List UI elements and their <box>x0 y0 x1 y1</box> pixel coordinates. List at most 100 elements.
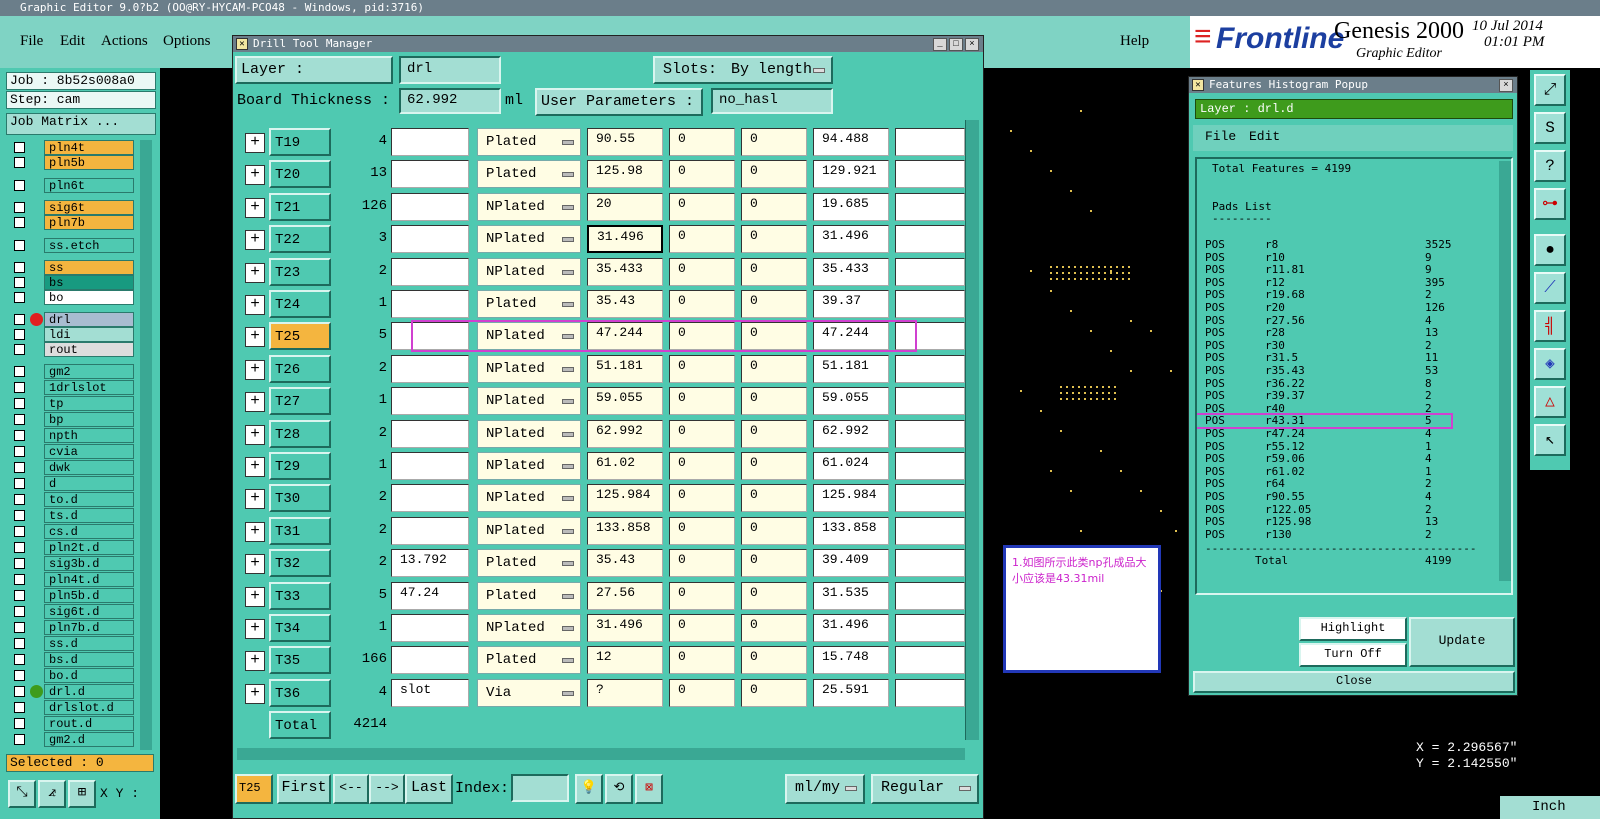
layer-name[interactable]: gm2 <box>44 364 134 379</box>
s-shape-icon[interactable]: S <box>1534 112 1566 144</box>
drill-diameter-field[interactable]: 133.858 <box>813 516 889 545</box>
layer-name[interactable]: sig6t <box>44 200 134 215</box>
layer-row[interactable]: to.d <box>8 492 134 507</box>
layer-row[interactable]: ldi <box>8 327 134 342</box>
finish-size-field[interactable]: 47.244 <box>587 322 663 351</box>
minus-tol-field[interactable]: 0 <box>741 257 807 286</box>
plus-tol-field[interactable]: 0 <box>669 160 735 189</box>
drill-diameter-field[interactable]: 61.024 <box>813 452 889 480</box>
layer-checkbox[interactable] <box>14 462 25 473</box>
layer-row[interactable]: cvia <box>8 444 134 459</box>
extra-field[interactable] <box>895 257 965 286</box>
layer-row[interactable]: sig6t <box>8 200 134 215</box>
layer-checkbox[interactable] <box>14 430 25 441</box>
table-hscrollbar[interactable] <box>237 748 965 760</box>
menu-options[interactable]: Options <box>163 33 211 50</box>
minus-tol-field[interactable]: 0 <box>741 484 807 513</box>
layer-checkbox[interactable] <box>14 718 25 729</box>
tool-name[interactable]: T24 <box>269 290 331 318</box>
expand-icon[interactable]: + <box>245 489 265 510</box>
pointer-icon[interactable]: ↖ <box>1534 424 1566 456</box>
tool-name[interactable]: T30 <box>269 484 331 513</box>
extra-field[interactable] <box>895 484 965 513</box>
close-button[interactable]: × <box>965 38 979 51</box>
layer-name[interactable]: gm2.d <box>44 732 134 747</box>
drill-size-field[interactable] <box>391 160 469 189</box>
plus-tol-field[interactable]: 0 <box>669 192 735 221</box>
layer-row[interactable]: gm2.d <box>8 732 134 747</box>
drill-size-field[interactable] <box>391 128 469 156</box>
type-select[interactable]: Plated <box>477 290 581 318</box>
layer-name[interactable]: bs.d <box>44 652 134 667</box>
layer-name[interactable]: cvia <box>44 444 134 459</box>
drill-size-field[interactable] <box>391 257 469 286</box>
job-matrix-button[interactable]: Job Matrix ... <box>6 113 156 135</box>
layer-checkbox[interactable] <box>14 240 25 251</box>
finish-size-field[interactable]: 31.496 <box>587 225 663 254</box>
drill-size-field[interactable]: 13.792 <box>391 549 469 578</box>
layer-checkbox[interactable] <box>14 180 25 191</box>
tool-name[interactable]: T28 <box>269 419 331 448</box>
slots-select[interactable]: By length <box>727 58 827 82</box>
layer-name[interactable]: pln2t.d <box>44 540 134 555</box>
plus-tol-field[interactable]: 0 <box>669 516 735 545</box>
plus-tol-field[interactable]: 0 <box>669 614 735 642</box>
menu-edit[interactable]: Edit <box>60 33 85 50</box>
layer-checkbox[interactable] <box>14 414 25 425</box>
board-thickness-field[interactable]: 62.992 <box>399 88 501 114</box>
layer-row[interactable]: bo <box>8 290 134 305</box>
type-select[interactable]: NPlated <box>477 387 581 416</box>
plus-tol-field[interactable]: 0 <box>669 354 735 383</box>
layer-checkbox[interactable] <box>14 398 25 409</box>
maximize-button[interactable]: □ <box>949 38 963 51</box>
layer-row[interactable]: bs.d <box>8 652 134 667</box>
layer-checkbox[interactable] <box>14 217 25 228</box>
extra-field[interactable] <box>895 419 965 448</box>
layer-row[interactable]: pln7b.d <box>8 620 134 635</box>
layer-checkbox[interactable] <box>14 542 25 553</box>
extra-field[interactable] <box>895 516 965 545</box>
minus-tol-field[interactable]: 0 <box>741 516 807 545</box>
type-select[interactable]: Plated <box>477 646 581 675</box>
minus-tol-field[interactable]: 0 <box>741 387 807 416</box>
layer-name[interactable]: sig6t.d <box>44 604 134 619</box>
layer-name[interactable]: pln7b.d <box>44 620 134 635</box>
hist-close-x-button[interactable]: × <box>1499 79 1513 92</box>
hist-vscrollbar[interactable] <box>1499 161 1511 581</box>
drill-diameter-field[interactable]: 39.409 <box>813 549 889 578</box>
minus-tol-field[interactable]: 0 <box>741 192 807 221</box>
minus-tol-field[interactable]: 0 <box>741 419 807 448</box>
layer-row[interactable]: pln4t.d <box>8 572 134 587</box>
finish-size-field[interactable]: 51.181 <box>587 354 663 383</box>
shapes-icon[interactable]: ◈ <box>1534 348 1566 380</box>
layer-row[interactable]: sig3b.d <box>8 556 134 571</box>
extra-field[interactable] <box>895 128 965 156</box>
layer-row[interactable]: npth <box>8 428 134 443</box>
minus-tol-field[interactable]: 0 <box>741 549 807 578</box>
layer-name[interactable]: drlslot.d <box>44 700 134 715</box>
layer-field[interactable]: drl <box>399 56 501 84</box>
drill-size-field[interactable] <box>391 192 469 221</box>
update-button[interactable]: Update <box>1409 617 1515 667</box>
type-select[interactable]: NPlated <box>477 354 581 383</box>
type-select[interactable]: NPlated <box>477 225 581 254</box>
layer-name[interactable]: bo <box>44 290 134 305</box>
layer-name[interactable]: sig3b.d <box>44 556 134 571</box>
layer-row[interactable]: pln6t <box>8 178 134 193</box>
plus-tol-field[interactable]: 0 <box>669 484 735 513</box>
layer-name[interactable]: pln4t.d <box>44 572 134 587</box>
drill-diameter-field[interactable]: 47.244 <box>813 322 889 351</box>
table-vscrollbar[interactable] <box>965 120 979 740</box>
layer-scrollbar[interactable] <box>140 140 152 750</box>
type-select[interactable]: Plated <box>477 549 581 578</box>
layer-row[interactable]: drl.d <box>8 684 134 699</box>
layer-checkbox[interactable] <box>14 574 25 585</box>
finish-size-field[interactable]: 125.984 <box>587 484 663 513</box>
layer-name[interactable]: pln7b <box>44 215 134 230</box>
extra-field[interactable] <box>895 581 965 610</box>
minus-tol-field[interactable]: 0 <box>741 225 807 254</box>
layer-checkbox[interactable] <box>14 142 25 153</box>
layer-name[interactable]: bp <box>44 412 134 427</box>
menu-actions[interactable]: Actions <box>101 33 148 50</box>
extra-field[interactable] <box>895 549 965 578</box>
